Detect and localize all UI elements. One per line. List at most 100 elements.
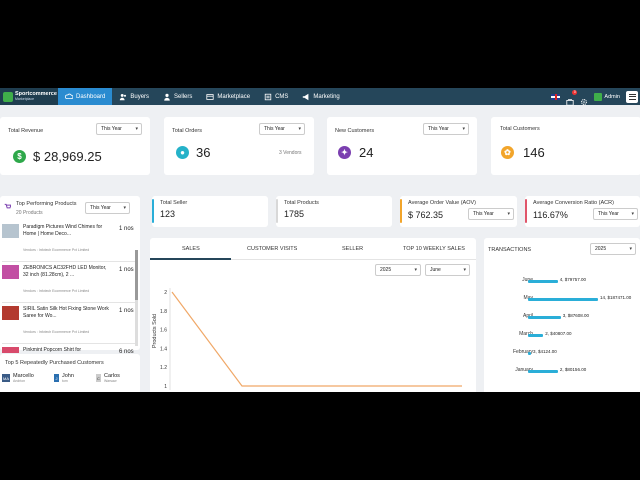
transaction-bar: [528, 352, 531, 355]
transaction-bar: [528, 298, 598, 301]
top-products-title: Top Performing Products: [16, 201, 77, 207]
transaction-month: May: [493, 295, 533, 301]
nav-cms[interactable]: CMS: [257, 88, 295, 105]
transaction-row[interactable]: May 14, $187471.00: [484, 295, 634, 305]
customer-item[interactable]: MA Marcello Andrion: [2, 371, 34, 385]
aov-filter-select[interactable]: This Year: [468, 208, 514, 220]
main-nav: Dashboard Buyers Sellers Marketplace CMS…: [58, 88, 347, 105]
aov-value: $ 762.35: [408, 210, 444, 220]
store-icon: [206, 93, 214, 100]
transaction-month: June: [493, 277, 533, 283]
acr-card: Average Conversion Ratio (ACR) 116.67% T…: [525, 196, 640, 227]
nav-marketplace[interactable]: Marketplace: [199, 88, 257, 105]
total-customers-card: Total Customers ✿ 146: [491, 117, 640, 175]
nav-marketing[interactable]: Marketing: [295, 88, 346, 105]
users-icon: [120, 93, 127, 100]
tab-top-weekly-sales[interactable]: TOP 10 WEEKLY SALES: [403, 246, 465, 252]
list-item[interactable]: ZEBRONICS AC32FHD LED Monitor, 32 inch (…: [2, 263, 136, 303]
list-item[interactable]: SIRIL Satin Silk Hot Fixing Stone Work S…: [2, 304, 136, 344]
product-name: ZEBRONICS AC32FHD LED Monitor, 32 inch (…: [23, 265, 107, 278]
product-qty: 1 nos: [119, 308, 134, 314]
transactions-panel: TRANSACTIONS 2025 June 4, $79757.00 May 14,…: [484, 238, 640, 392]
new-customers-value: 24: [359, 145, 374, 160]
y-tick-label: 1.2: [160, 365, 167, 371]
month-select[interactable]: June: [425, 264, 470, 276]
nav-sellers[interactable]: Sellers: [156, 88, 199, 105]
card-title: Total Orders: [172, 128, 202, 134]
nav-buyers[interactable]: Buyers: [112, 88, 156, 105]
y-tick-label: 1.8: [160, 309, 167, 315]
customers-icon: ✦: [338, 146, 351, 159]
orders-filter-select[interactable]: This Year: [259, 123, 305, 135]
card-title: Total Products: [284, 200, 319, 206]
y-tick-label: 1: [164, 384, 167, 390]
card-stripe: [400, 199, 402, 223]
nav-label: Dashboard: [76, 93, 106, 100]
seller-value: 123: [160, 209, 176, 219]
transaction-row[interactable]: January 2, $80156.00: [484, 367, 634, 377]
card-stripe: [525, 199, 527, 223]
product-vendor: Vendors : Infotech Ecommerce Pvt Limited: [23, 289, 90, 293]
customer-sub: tom: [62, 379, 68, 383]
year-select[interactable]: 2025: [375, 264, 421, 276]
total-orders-card: Total Orders This Year ● 36 3 Vendors: [164, 117, 314, 175]
transaction-month: April: [493, 313, 533, 319]
product-vendor: Vendors : Infotech Ecommerce Pvt Limited: [23, 248, 90, 252]
list-item[interactable]: Paradigm Pictures Wind Chimes for Home |…: [2, 222, 136, 262]
customers-filter-select[interactable]: This Year: [423, 123, 469, 135]
nav-label: Marketplace: [217, 93, 251, 100]
cart-icon: [4, 203, 11, 209]
hamburger-menu-icon[interactable]: [626, 90, 638, 103]
transactions-title: TRANSACTIONS: [488, 247, 532, 253]
transaction-row[interactable]: February 3, $4124.00: [484, 349, 634, 359]
sales-line-chart: 2 1.8 1.6 1.4 1.2 1: [160, 288, 462, 390]
transaction-label: 2, $80156.00: [559, 367, 587, 372]
customer-item[interactable]: J John tom: [54, 371, 74, 385]
tab-seller[interactable]: SELLER: [342, 246, 363, 252]
notification-icon[interactable]: 0: [566, 89, 578, 106]
product-qty: 1 nos: [119, 226, 134, 232]
revenue-value: $ 28,969.25: [33, 149, 102, 164]
transaction-month: February: [512, 349, 533, 355]
revenue-filter-select[interactable]: This Year: [96, 123, 142, 135]
series-line: [171, 291, 462, 387]
customer-sub: Warsaw: [104, 379, 117, 383]
product-qty: 1 nos: [119, 267, 134, 273]
brand-sub: Marketplace: [15, 96, 35, 101]
product-thumbnail: [2, 347, 19, 353]
acr-value: 116.67%: [533, 210, 568, 220]
product-name: SIRIL Satin Silk Hot Fixing Stone Work S…: [23, 306, 109, 319]
vendors-count: 3 Vendors: [279, 150, 302, 156]
orders-value: 36: [196, 145, 211, 160]
product-thumbnail: [2, 224, 19, 238]
transaction-month: January: [515, 367, 533, 373]
top-products-filter-select[interactable]: This Year: [85, 202, 130, 214]
admin-menu[interactable]: Admin: [594, 92, 620, 101]
transaction-label: 3, $87608.00: [562, 313, 589, 318]
card-title: Total Seller: [160, 200, 188, 206]
product-name: Pinkmint Popcorn Shirt for: [23, 347, 82, 353]
brand-logo[interactable]: Sportcommerce Marketplace: [0, 88, 58, 105]
card-title: Total Customers: [500, 126, 540, 132]
nav-label: Marketing: [313, 93, 340, 100]
customer-item[interactable]: C Carlos Warsaw: [96, 371, 120, 385]
nav-dashboard[interactable]: Dashboard: [58, 88, 113, 105]
tab-sales[interactable]: SALES: [182, 246, 200, 252]
acr-filter-select[interactable]: This Year: [593, 208, 638, 220]
transaction-row[interactable]: June 4, $79757.00: [484, 277, 634, 287]
settings-gear-icon[interactable]: [580, 93, 588, 105]
customer-sub: Andrion: [13, 379, 26, 383]
language-flag-icon[interactable]: [551, 93, 561, 100]
sales-panel: SALES CUSTOMER VISITS SELLER TOP 10 WEEK…: [150, 238, 476, 392]
transaction-row[interactable]: March 2, $40807.00: [484, 331, 634, 341]
card-stripe: [276, 199, 278, 223]
product-thumbnail: [2, 265, 19, 279]
top-products-panel: Top Performing Products 20 Products This…: [0, 196, 140, 355]
transaction-label: 3, $4124.00: [533, 349, 557, 354]
transactions-year-select[interactable]: 2025: [590, 243, 636, 255]
y-tick-label: 2: [164, 290, 167, 296]
list-scrollbar[interactable]: [135, 250, 138, 346]
transaction-row[interactable]: April 3, $87608.00: [484, 313, 634, 323]
tab-customer-visits[interactable]: CUSTOMER VISITS: [247, 246, 297, 252]
total-seller-card: Total Seller 123: [152, 196, 268, 227]
